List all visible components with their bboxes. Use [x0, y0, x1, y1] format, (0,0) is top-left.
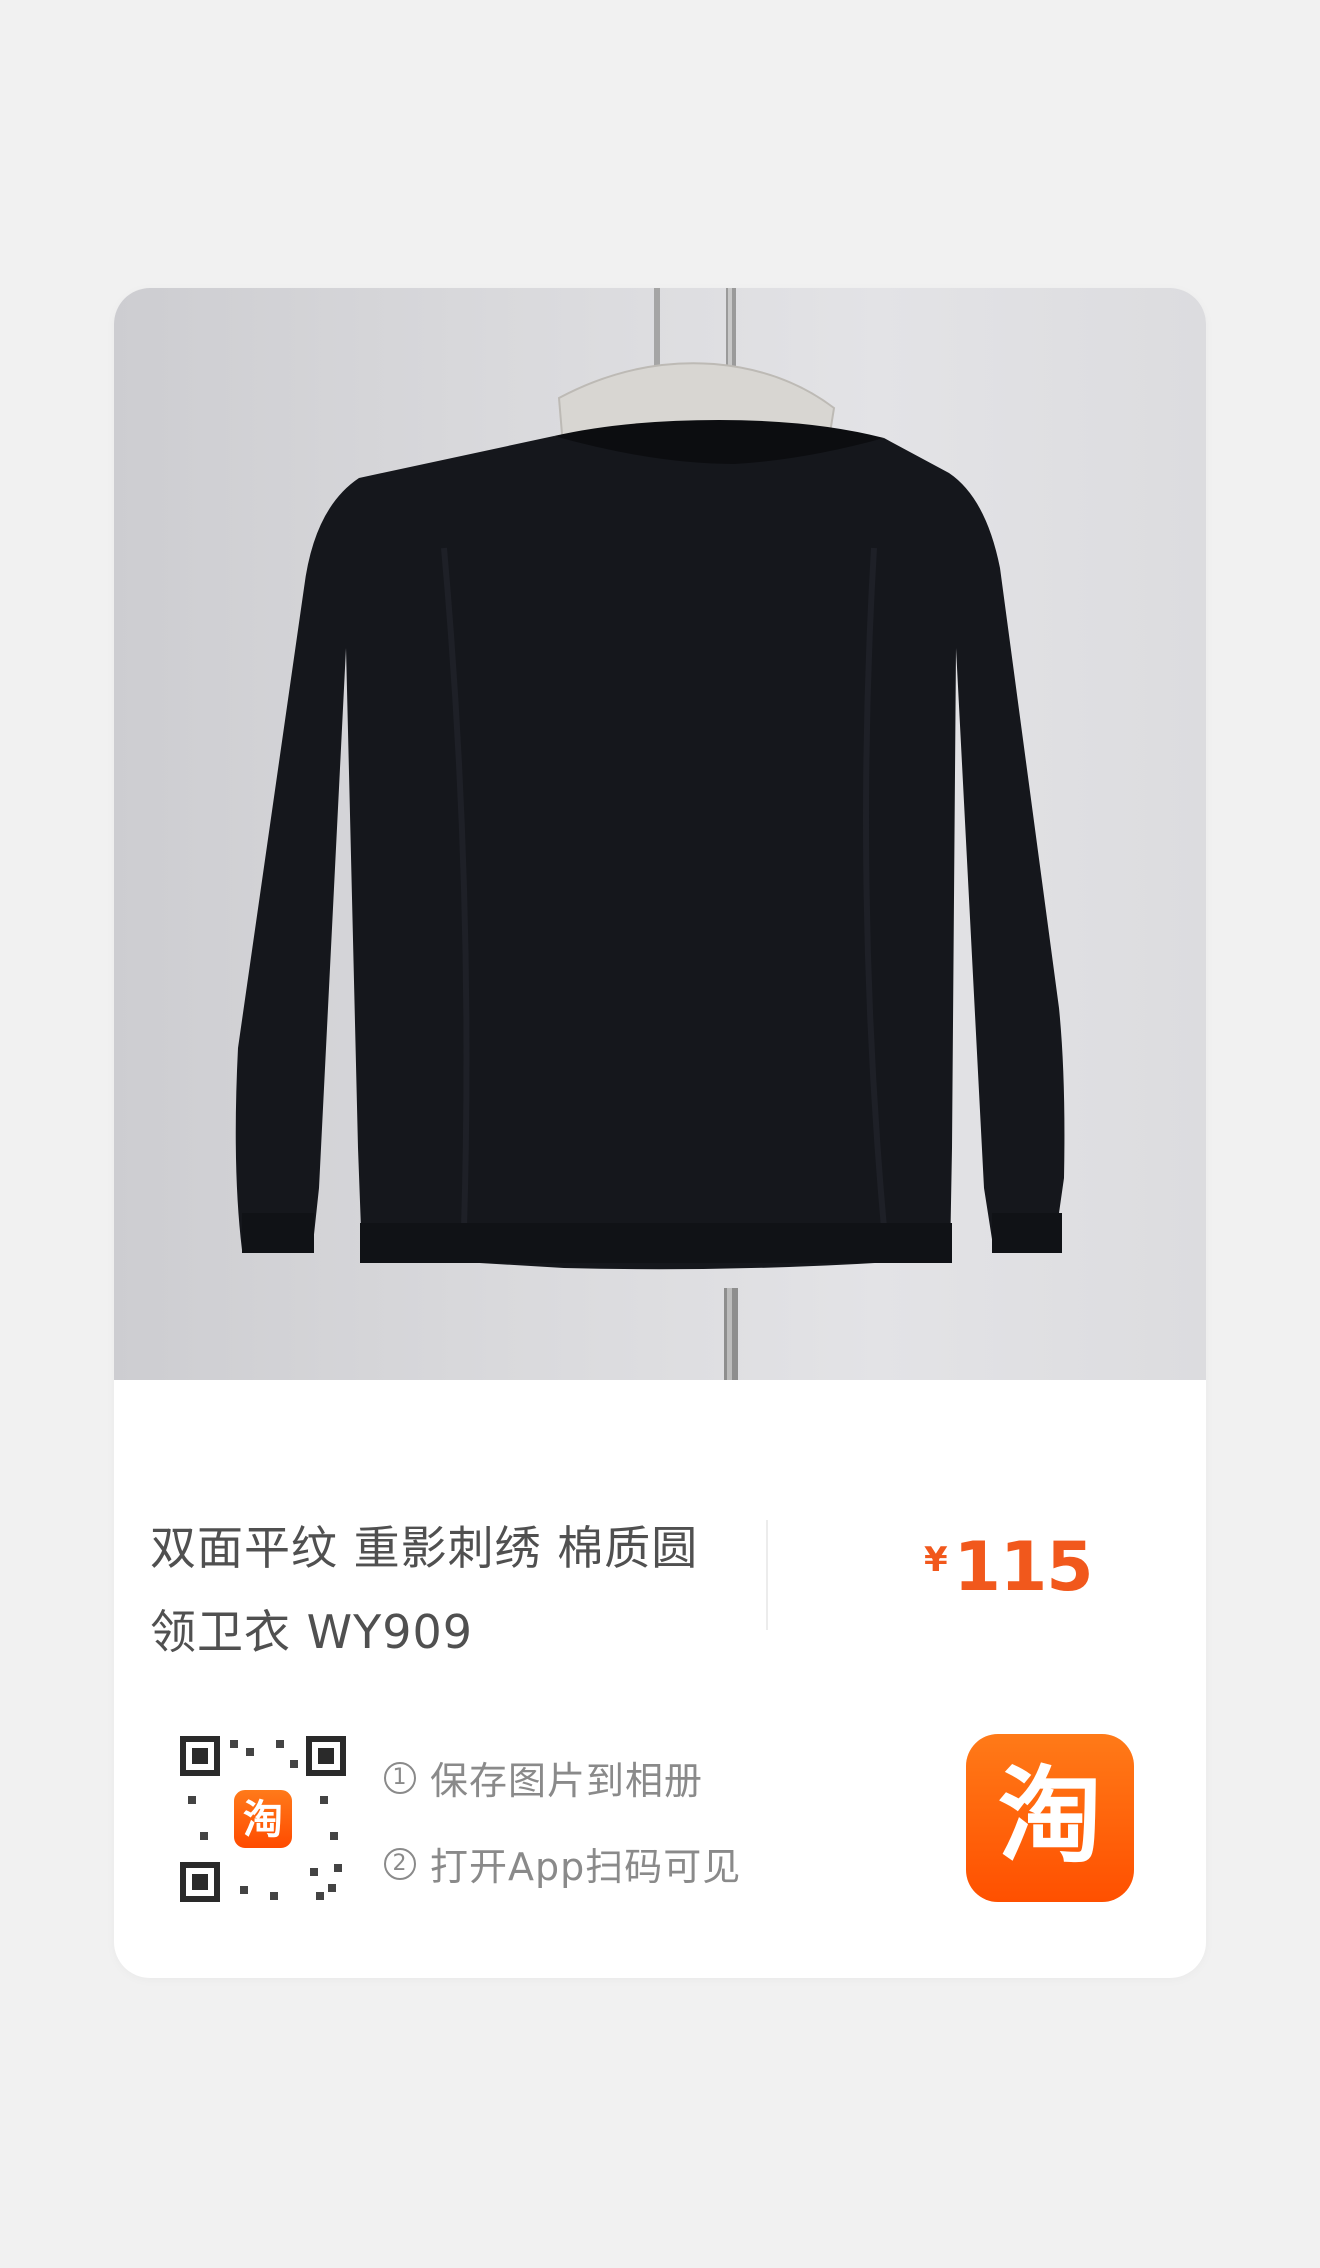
qr-finder — [180, 1736, 220, 1776]
divider — [766, 1520, 768, 1630]
product-title-line2: 领卫衣 WY909 — [150, 1605, 474, 1659]
taobao-qr-logo-icon: 淘 — [231, 1787, 295, 1851]
step-label-1: 保存图片到相册 — [430, 1759, 704, 1803]
qr-module — [320, 1796, 328, 1804]
qr-module — [240, 1886, 248, 1894]
product-title-line1: 双面平纹 重影刺绣 棉质圆 — [150, 1521, 699, 1575]
qr-module — [330, 1832, 338, 1840]
step-label-2: 打开App扫码可见 — [430, 1845, 742, 1889]
step-number-1: 1 — [384, 1761, 416, 1794]
qr-module — [188, 1796, 196, 1804]
share-card: 双面平纹 重影刺绣 棉质圆 领卫衣 WY909 ¥115 淘 1 保存图片到相册… — [114, 288, 1206, 1978]
sweatshirt-image — [235, 288, 1065, 1380]
qr-module — [328, 1884, 336, 1892]
qr-module — [230, 1740, 238, 1748]
product-price: ¥115 — [924, 1528, 1094, 1607]
taobao-app-icon[interactable]: 淘 — [966, 1734, 1134, 1902]
product-photo — [114, 288, 1206, 1380]
qr-finder — [306, 1736, 346, 1776]
qr-module — [276, 1740, 284, 1748]
price-value: 115 — [953, 1528, 1094, 1607]
qr-finder — [180, 1862, 220, 1902]
product-title: 双面平纹 重影刺绣 棉质圆 领卫衣 WY909 — [150, 1506, 730, 1674]
qr-module — [200, 1832, 208, 1840]
qr-code-icon[interactable]: 淘 — [180, 1736, 346, 1902]
qr-module — [334, 1864, 342, 1872]
currency-symbol: ¥ — [924, 1540, 948, 1580]
instruction-step-2: 2 打开App扫码可见 — [384, 1836, 741, 1891]
instruction-step-1: 1 保存图片到相册 — [384, 1750, 703, 1805]
qr-module — [310, 1868, 318, 1876]
qr-module — [316, 1892, 324, 1900]
qr-module — [270, 1892, 278, 1900]
qr-module — [246, 1748, 254, 1756]
qr-module — [290, 1760, 298, 1768]
step-number-2: 2 — [384, 1847, 416, 1880]
